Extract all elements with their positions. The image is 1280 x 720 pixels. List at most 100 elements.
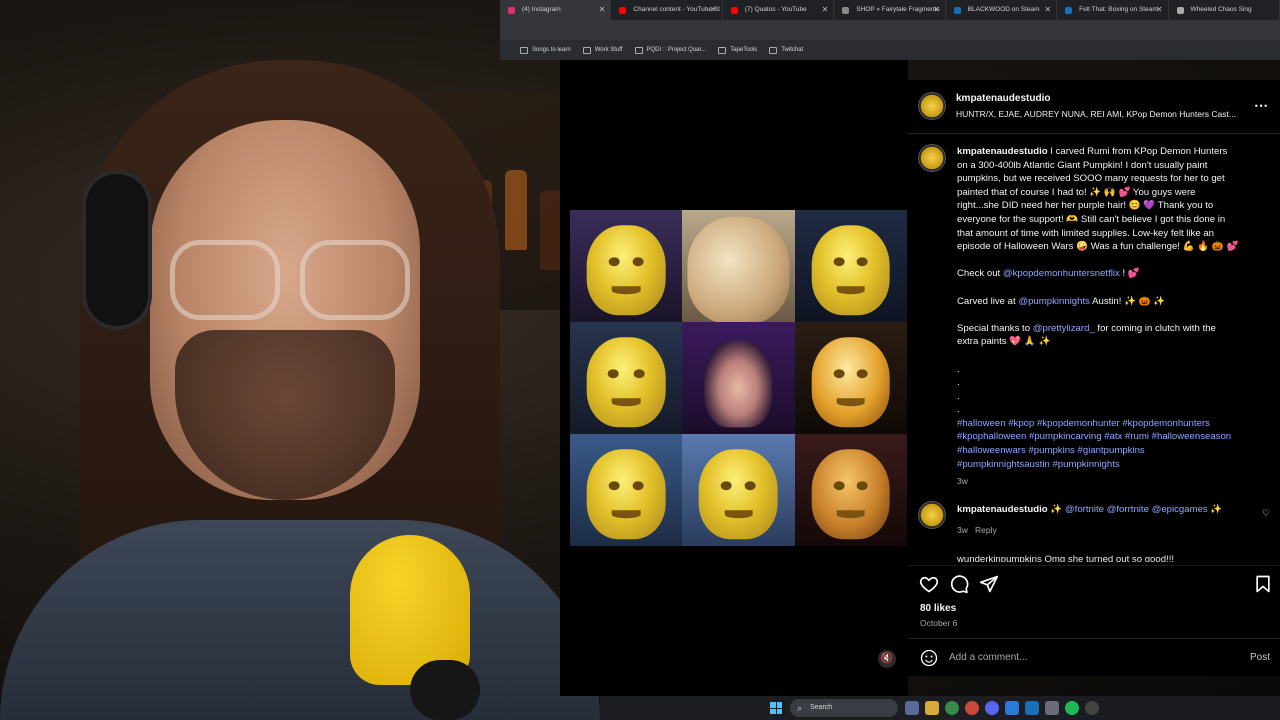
comment-composer: Add a comment... Post [908,638,1280,676]
more-options-icon[interactable]: ⋯ [1254,97,1269,114]
caption-dot: . [957,390,960,402]
app-icon[interactable] [965,701,979,715]
steam-icon [953,7,961,14]
emoji-icon[interactable] [920,649,938,667]
audio-attribution[interactable]: HUNTR/X, EJAE, AUDREY NUNA, REI AMI, KPo… [956,109,1236,119]
close-icon[interactable]: ✕ [710,0,717,20]
tab-wheeled-chaos[interactable]: Wheeled Chaos Sing [1169,0,1280,20]
app-icon[interactable] [1005,701,1019,715]
taskbar-search[interactable]: ⌕ Search [790,699,898,717]
hashtag-line[interactable]: #pumpkinnightsaustin #pumpkinnights [957,458,1263,472]
reply-button[interactable]: Reply [975,525,997,535]
collage-image [794,210,907,322]
collage-image [794,434,907,546]
spotify-icon[interactable] [1065,701,1079,715]
shop-icon [842,7,850,14]
collage-image [682,434,795,546]
youtube-icon [619,7,627,14]
steam-icon[interactable] [1025,701,1039,715]
mention-link[interactable]: @kpopdemonhuntersnetflix [1003,268,1120,279]
post-username[interactable]: kmpatenaudestudio [956,93,1050,104]
windows-taskbar: ⌕ Search [600,696,1280,720]
close-icon[interactable]: ✕ [1044,0,1051,20]
bookmark-work-stuff[interactable]: Work Stuff [582,46,623,54]
background-bottle [505,170,527,250]
app-icon[interactable] [1045,701,1059,715]
bookmark-label: Songs to learn [532,47,571,53]
caption-dot: . [957,363,960,375]
tab-label: (7) Quatos - YouTube [744,6,807,13]
heart-icon[interactable]: ♡ [1262,508,1270,519]
close-icon[interactable]: ✕ [822,0,829,20]
task-view-icon[interactable] [905,701,919,715]
bookmark-songs-to-learn[interactable]: Songs to learn [520,46,571,54]
browser-toolbar [500,20,1280,40]
caption-text: Check out [957,268,1001,280]
bookmark-twitchat[interactable]: Twitchat [769,46,804,54]
caption-line: I carved Rumi from KPop Demon Hunters [1050,146,1228,157]
comment-icon[interactable] [949,574,969,594]
tab-fairytale-shop[interactable]: SHOP » Fairytale Fragments ✕ [834,0,946,20]
comment-preview: wunderkinpumpkins Omg she turned out so … [957,554,1175,562]
hashtag-line[interactable]: #halloweenwars #pumpkins #giantpumpkins [957,444,1263,458]
avatar[interactable] [918,92,946,120]
glasses-right-lens [300,240,410,320]
muted-speaker-icon[interactable]: 🔇 [878,650,896,668]
bookmark-pqdi[interactable]: PQDI :: Project Quar... [634,46,706,54]
carved-pumpkin [586,225,666,316]
caption-line: right...she DID need her her purple hair… [957,200,1214,212]
bookmark-tapetools[interactable]: TapeTools [718,46,758,54]
bookmark-label: Twitchat [781,47,804,53]
tab-blackwood-steam[interactable]: BLACKWOOD on Steam ✕ [946,0,1058,20]
bookmark-icon[interactable] [1253,574,1273,594]
caption-timestamp: 3w [957,476,968,486]
tab-instagram[interactable]: (4) Instagram ✕ [500,0,612,20]
carved-pumpkin [811,449,891,540]
site-icon [1176,7,1184,14]
close-icon[interactable]: ✕ [933,0,940,20]
site-icon [634,46,643,54]
caption-line: painted that of course I had to! ✨ 🙌 💕 Y… [957,186,1196,198]
collage-image [682,210,795,322]
close-icon[interactable]: ✕ [599,0,606,20]
comment-emoji: ✨ [1050,504,1063,515]
caption-dot: . [957,404,960,416]
caption-line: pumpkins, but we received SOOO many requ… [957,173,1225,185]
close-icon[interactable]: ✕ [1156,0,1163,20]
search-icon: ⌕ [797,703,803,713]
avatar[interactable] [918,144,946,172]
caption-line: on a 300-400lb Atlantic Giant Pumpkin! I… [957,159,1208,171]
mention-link[interactable]: @fortnite @forrtnite @epicgames [1065,504,1208,515]
mention-link[interactable]: @pumpkinnights [1018,296,1090,307]
like-count[interactable]: 80 likes [920,603,956,614]
share-icon[interactable] [979,574,999,594]
tab-quatos-youtube[interactable]: (7) Quatos - YouTube ✕ [723,0,835,20]
heart-icon[interactable] [919,574,939,594]
avatar[interactable] [918,501,946,529]
caption-username[interactable]: kmpatenaudestudio [957,146,1048,157]
mention-link[interactable]: @prettylizard_ [1033,323,1095,334]
bookmark-label: TapeTools [730,47,758,53]
hashtag-line[interactable]: #kpophalloween #pumpkincarving #atx #rum… [957,430,1263,444]
file-explorer-icon[interactable] [925,701,939,715]
tab-youtube-studio[interactable]: Channel content - YouTube St ✕ [611,0,723,20]
post-side-panel: kmpatenaudestudio HUNTR/X, EJAE, AUDREY … [908,80,1280,676]
instagram-icon [508,7,515,14]
folder-icon [520,46,528,54]
site-icon [718,46,727,54]
comment-username[interactable]: kmpatenaudestudio [957,504,1048,515]
browser-tab-bar: (4) Instagram ✕ Channel content - YouTube… [500,0,1280,20]
hashtag-line[interactable]: #halloween #kpop #kpopdemonhunter #kpopd… [957,417,1263,431]
chrome-icon[interactable] [945,701,959,715]
caption-line: that amount of time with limited supplie… [957,227,1215,239]
carved-pumpkin [687,217,790,322]
post-actions: 80 likes October 6 Add a comment... Post [908,565,1280,676]
post-comment-button[interactable]: Post [1250,652,1270,663]
portrait-photo [704,339,773,428]
discord-icon[interactable] [985,701,999,715]
tab-felt-that-steam[interactable]: Felt That: Boxing on Steam ✕ [1057,0,1169,20]
comment-input[interactable]: Add a comment... [949,652,1027,663]
windows-start-icon[interactable] [770,702,782,714]
obs-icon[interactable] [1085,701,1099,715]
folder-icon [582,46,591,54]
